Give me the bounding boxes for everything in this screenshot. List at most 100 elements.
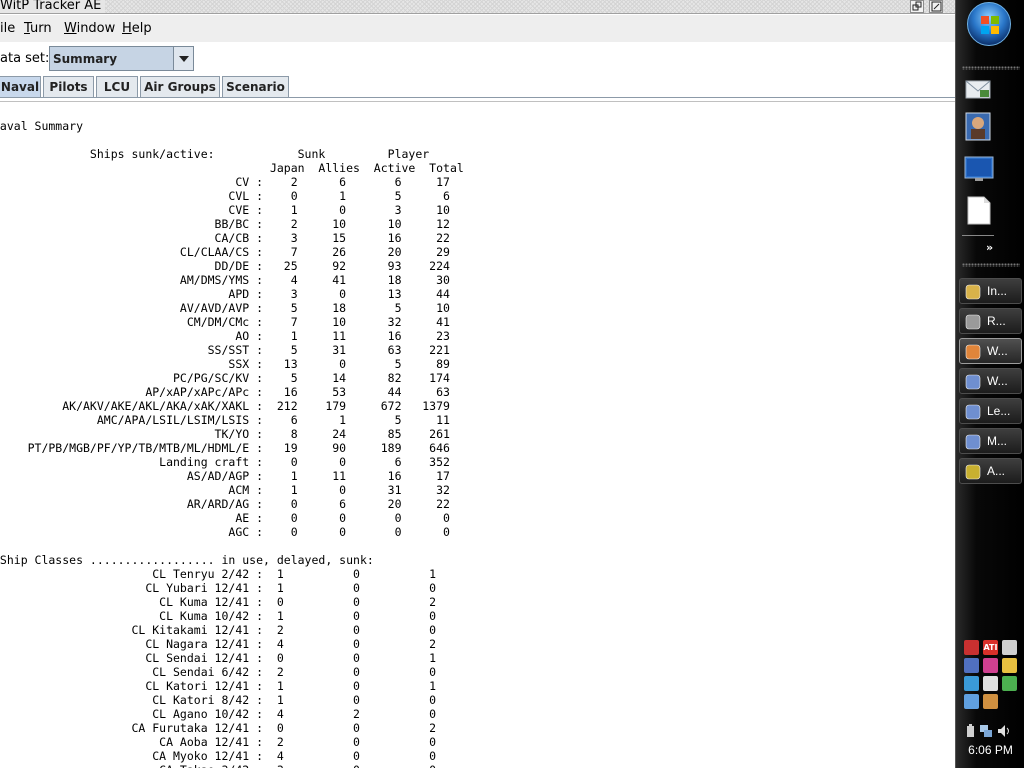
ship-row: AP/xAP/xAPc/APc : 16 53 44 63 — [0, 385, 450, 399]
tray-icon[interactable] — [964, 640, 979, 655]
ship-class-row: CA Aoba 12/41 : 2 0 0 — [0, 735, 437, 749]
tab-air-groups[interactable]: Air Groups — [140, 76, 220, 98]
menu-file[interactable]: ile — [0, 21, 15, 36]
ship-row: CM/DM/CMc : 7 10 32 41 — [0, 315, 450, 329]
ship-row: PT/PB/MGB/PF/YP/TB/MTB/ML/HDML/E : 19 90… — [0, 441, 450, 455]
taskbar-button[interactable]: M... — [959, 428, 1022, 454]
windows-taskbar: » In... R... W... W... Le... M... A... ATI 6:0… — [955, 0, 1024, 768]
ship-row: AGC : 0 0 0 0 — [0, 525, 450, 539]
taskbar-button-label: R... — [987, 314, 1006, 328]
maximize-icon — [931, 1, 942, 12]
ship-class-row: CA Myoko 12/41 : 4 0 0 — [0, 749, 437, 763]
ship-row: SS/SST : 5 31 63 221 — [0, 343, 450, 357]
app-window: WitP Tracker AE ile Turn Window Help ata… — [0, 0, 955, 768]
restore-button[interactable] — [910, 0, 924, 13]
ship-row: AMC/APA/LSIL/LSIM/LSIS : 6 1 5 11 — [0, 413, 450, 427]
ship-row: TK/YO : 8 24 85 261 — [0, 427, 450, 441]
taskbar-button-label: W... — [987, 374, 1008, 388]
tray-icon[interactable] — [1002, 676, 1017, 691]
ship-class-row: CL Sendai 6/42 : 2 0 0 — [0, 665, 437, 679]
taskbar-button[interactable]: In... — [959, 278, 1022, 304]
ship-row: AO : 1 11 16 23 — [0, 329, 450, 343]
ship-row: CVE : 1 0 3 10 — [0, 203, 450, 217]
tab-scenario[interactable]: Scenario — [222, 76, 289, 98]
ship-class-row: CL Yubari 12/41 : 1 0 0 — [0, 581, 437, 595]
chevron-down-icon — [179, 56, 189, 62]
taskbar-button-label: M... — [987, 434, 1007, 448]
archive-icon — [965, 464, 981, 480]
tray-icon[interactable] — [964, 694, 979, 709]
taskbar-button[interactable]: R... — [959, 308, 1022, 334]
tab-pilots[interactable]: Pilots — [43, 76, 94, 98]
dataset-value: Summary — [53, 52, 118, 66]
ship-class-row: CL Sendai 12/41 : 0 0 1 — [0, 651, 437, 665]
quicklaunch-document[interactable] — [961, 194, 995, 226]
quicklaunch-mail[interactable] — [961, 74, 995, 106]
tray-icon[interactable] — [964, 658, 979, 673]
ship-row: Landing craft : 0 0 6 352 — [0, 455, 450, 469]
taskbar-button-label: W... — [987, 344, 1008, 358]
tray-icon[interactable] — [983, 694, 998, 709]
ship-row: APD : 3 0 13 44 — [0, 287, 450, 301]
user-photo-icon — [965, 112, 991, 141]
taskbar-button[interactable]: Le... — [959, 398, 1022, 424]
ship-row: AM/DMS/YMS : 4 41 18 30 — [0, 273, 450, 287]
menu-turn[interactable]: Turn — [24, 21, 52, 36]
ship-class-row: CL Katori 8/42 : 1 0 0 — [0, 693, 437, 707]
globe-icon — [965, 404, 981, 420]
taskbar-grip[interactable] — [962, 263, 1020, 267]
ship-row: AV/AVD/AVP : 5 18 5 10 — [0, 301, 450, 315]
menu-window[interactable]: Window — [64, 21, 115, 36]
quicklaunch-more-button[interactable]: » — [986, 241, 993, 254]
ship-class-row: CL Kuma 10/42 : 1 0 0 — [0, 609, 437, 623]
console-icon — [965, 314, 981, 330]
ship-row: CA/CB : 3 15 16 22 — [0, 231, 450, 245]
tray-icon[interactable] — [983, 676, 998, 691]
menu-help[interactable]: Help — [122, 21, 152, 36]
quicklaunch-user[interactable] — [961, 110, 995, 142]
taskbar-button[interactable]: W... — [959, 368, 1022, 394]
volume-icon[interactable] — [998, 725, 1009, 737]
ati-tray-icon[interactable]: ATI — [983, 640, 998, 655]
tab-divider — [0, 97, 955, 98]
start-button[interactable] — [967, 2, 1011, 46]
report-title: Naval Summary — [0, 119, 84, 133]
windows-logo-icon — [981, 16, 999, 34]
tray-icon[interactable] — [983, 658, 998, 673]
dropdown-arrow-button[interactable] — [173, 47, 193, 70]
report-panel[interactable]: Naval Summary Ships sunk/active: Sunk Pl… — [0, 101, 955, 768]
ship-row: CV : 2 6 6 17 — [0, 175, 450, 189]
taskbar-button-label: A... — [987, 464, 1006, 478]
title-bar[interactable]: WitP Tracker AE — [0, 0, 955, 14]
ship-row: CVL : 0 1 5 6 — [0, 189, 450, 203]
tray-icon[interactable] — [1002, 640, 1017, 655]
clock[interactable]: 6:06 PM — [956, 743, 1024, 757]
window-title: WitP Tracker AE — [0, 0, 106, 13]
ship-row: SSX : 13 0 5 89 — [0, 357, 450, 371]
network-icon — [965, 284, 981, 300]
system-tray: ATI — [964, 640, 1020, 714]
ship-row: AS/AD/AGP : 1 11 16 17 — [0, 469, 450, 483]
tab-naval[interactable]: Naval — [0, 76, 41, 98]
globe-icon — [965, 434, 981, 450]
tab-lcu[interactable]: LCU — [96, 76, 138, 98]
taskbar-button[interactable]: A... — [959, 458, 1022, 484]
mail-icon — [965, 80, 991, 99]
quicklaunch-show-desktop[interactable] — [961, 154, 995, 186]
ship-class-row: CL Tenryu 2/42 : 1 0 1 — [0, 567, 437, 581]
maximize-button[interactable] — [929, 0, 943, 13]
ship-column-headers: Japan Allies Active Total — [0, 161, 464, 175]
power-icon[interactable] — [967, 724, 974, 737]
tray-icon[interactable] — [1002, 658, 1017, 673]
quicklaunch-divider — [962, 235, 994, 236]
ship-row: AK/AKV/AKE/AKL/AKA/xAK/XAKL : 212 179 67… — [0, 399, 450, 413]
tray-icon[interactable] — [964, 676, 979, 691]
taskbar-button[interactable]: W... — [959, 338, 1022, 364]
tab-strip: Naval Pilots LCU Air Groups Scenario — [0, 76, 955, 98]
ship-row: AR/ARD/AG : 0 6 20 22 — [0, 497, 450, 511]
ship-class-row: CA Furutaka 12/41 : 0 0 2 — [0, 721, 437, 735]
dataset-select[interactable]: Summary — [49, 46, 194, 71]
quicklaunch-grip[interactable] — [962, 66, 1020, 70]
network-icon[interactable] — [980, 725, 992, 737]
